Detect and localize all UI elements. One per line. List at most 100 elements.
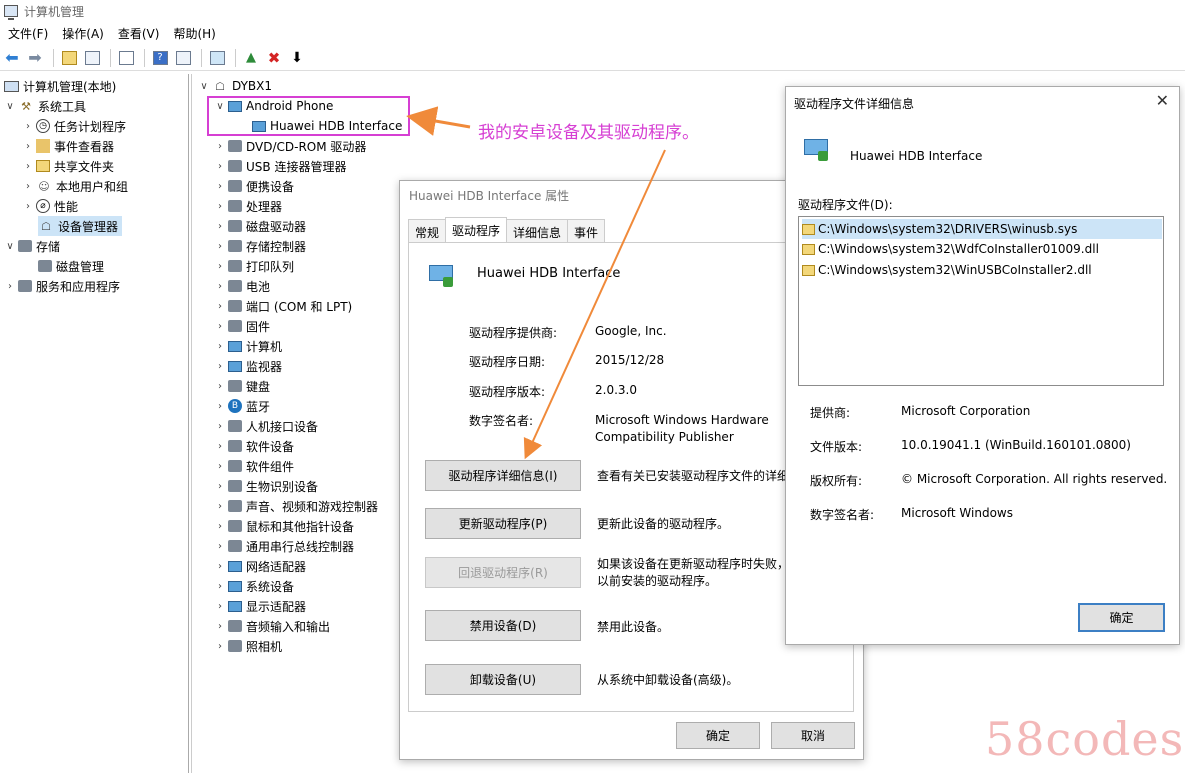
device-category-item[interactable]: › 便携设备 [214, 176, 294, 196]
device-category-item[interactable]: › 键盘 [214, 376, 270, 396]
show-hide-icon[interactable] [173, 48, 193, 68]
scan-icon[interactable]: ⬇ [287, 48, 307, 68]
device-category-item[interactable]: › 固件 [214, 316, 270, 336]
chevron-right-icon[interactable]: › [214, 601, 226, 612]
chevron-right-icon[interactable]: › [22, 141, 34, 152]
chevron-right-icon[interactable]: › [214, 161, 226, 172]
tree-item-task-scheduler[interactable]: › ◷ 任务计划程序 [22, 116, 126, 136]
back-arrow-icon[interactable]: ⬅ [2, 48, 22, 68]
chevron-right-icon[interactable]: › [214, 241, 226, 252]
tree-root[interactable]: 计算机管理(本地) [4, 76, 116, 96]
chevron-down-icon[interactable]: ∨ [4, 101, 16, 112]
tab-driver[interactable]: 驱动程序 [445, 217, 508, 243]
props-cancel-button[interactable]: 取消 [771, 722, 855, 749]
tree-item-system-tools[interactable]: ∨ ⚒ 系统工具 [4, 96, 86, 116]
device-category-item[interactable]: › 声音、视频和游戏控制器 [214, 496, 378, 516]
chevron-right-icon[interactable]: › [214, 441, 226, 452]
chevron-right-icon[interactable]: › [214, 381, 226, 392]
uninstall-icon[interactable]: ✖ [264, 48, 284, 68]
tree-item-local-users[interactable]: › ☺ 本地用户和组 [22, 176, 128, 196]
tab-details[interactable]: 详细信息 [506, 219, 569, 243]
chevron-down-icon[interactable]: ∨ [4, 241, 16, 252]
forward-arrow-icon[interactable]: ➡ [25, 48, 45, 68]
chevron-right-icon[interactable]: › [214, 301, 226, 312]
menu-action[interactable]: 操作(A) [58, 23, 108, 44]
device-category-item[interactable]: › 网络适配器 [214, 556, 306, 576]
device-category-item[interactable]: › 鼠标和其他指针设备 [214, 516, 354, 536]
chevron-right-icon[interactable]: › [214, 361, 226, 372]
chevron-right-icon[interactable]: › [214, 641, 226, 652]
tree-item-event-viewer[interactable]: › 事件查看器 [22, 136, 114, 156]
chevron-right-icon[interactable]: › [22, 161, 34, 172]
close-icon[interactable]: ✕ [1156, 91, 1169, 110]
uninstall-device-button[interactable]: 卸载设备(U) [425, 664, 581, 695]
chevron-right-icon[interactable]: › [214, 201, 226, 212]
up-folder-icon[interactable] [59, 48, 79, 68]
driver-files-list[interactable]: C:\Windows\system32\DRIVERS\winusb.sys C… [798, 216, 1164, 386]
menu-file[interactable]: 文件(F) [4, 23, 52, 44]
chevron-right-icon[interactable]: › [214, 421, 226, 432]
device-category-item[interactable]: › 存储控制器 [214, 236, 306, 256]
tree-item-disk-management[interactable]: 磁盘管理 [38, 256, 104, 276]
props-ok-button[interactable]: 确定 [676, 722, 760, 749]
device-category-item[interactable]: › 软件组件 [214, 456, 294, 476]
files-ok-button[interactable]: 确定 [1078, 603, 1165, 632]
chevron-right-icon[interactable]: › [214, 341, 226, 352]
menu-help[interactable]: 帮助(H) [169, 23, 219, 44]
device-category-item[interactable]: › 音频输入和输出 [214, 616, 330, 636]
device-category-item[interactable]: › 监视器 [214, 356, 282, 376]
chevron-right-icon[interactable]: › [22, 181, 34, 192]
update-driver-button[interactable]: 更新驱动程序(P) [425, 508, 581, 539]
chevron-right-icon[interactable]: › [22, 201, 34, 212]
device-category-item[interactable]: › 生物识别设备 [214, 476, 318, 496]
device-category-item[interactable]: › 照相机 [214, 636, 282, 656]
device-category-item[interactable]: › 磁盘驱动器 [214, 216, 306, 236]
tree-item-device-manager[interactable]: ☖ 设备管理器 [38, 216, 123, 236]
chevron-right-icon[interactable]: › [214, 181, 226, 192]
monitor-icon[interactable] [207, 48, 227, 68]
device-category-item[interactable]: › 打印队列 [214, 256, 294, 276]
device-category-item[interactable]: › 处理器 [214, 196, 282, 216]
rollback-driver-button[interactable]: 回退驱动程序(R) [425, 557, 581, 588]
help-icon[interactable]: ? [150, 48, 170, 68]
update-driver-icon[interactable]: ▲ [241, 48, 261, 68]
device-category-item[interactable]: › 端口 (COM 和 LPT) [214, 296, 352, 316]
device-category-item[interactable]: › 电池 [214, 276, 270, 296]
device-category-item[interactable]: › 人机接口设备 [214, 416, 318, 436]
chevron-right-icon[interactable]: › [214, 521, 226, 532]
chevron-right-icon[interactable]: › [214, 461, 226, 472]
disable-device-button[interactable]: 禁用设备(D) [425, 610, 581, 641]
menu-view[interactable]: 查看(V) [114, 23, 164, 44]
list-item[interactable]: C:\Windows\system32\WinUSBCoInstaller2.d… [802, 260, 1092, 280]
tree-item-shared-folders[interactable]: › 共享文件夹 [22, 156, 114, 176]
tree-item-storage[interactable]: ∨ 存储 [4, 236, 60, 256]
tree-item-services-apps[interactable]: › 服务和应用程序 [4, 276, 120, 296]
chevron-right-icon[interactable]: › [214, 281, 226, 292]
chevron-right-icon[interactable]: › [214, 141, 226, 152]
device-category-item[interactable]: › B 蓝牙 [214, 396, 270, 416]
chevron-right-icon[interactable]: › [214, 561, 226, 572]
chevron-down-icon[interactable]: ∨ [198, 81, 210, 92]
chevron-right-icon[interactable]: › [214, 401, 226, 412]
device-category-item[interactable]: › 系统设备 [214, 576, 294, 596]
chevron-right-icon[interactable]: › [214, 621, 226, 632]
device-category-item[interactable]: › 计算机 [214, 336, 282, 356]
list-item[interactable]: C:\Windows\system32\DRIVERS\winusb.sys [802, 219, 1162, 239]
device-category-item[interactable]: › 通用串行总线控制器 [214, 536, 354, 556]
properties-icon[interactable] [116, 48, 136, 68]
chevron-right-icon[interactable]: › [214, 321, 226, 332]
chevron-right-icon[interactable]: › [214, 481, 226, 492]
chevron-right-icon[interactable]: › [22, 121, 34, 132]
device-category-item[interactable]: › DVD/CD-ROM 驱动器 [214, 136, 366, 156]
console-tree-icon[interactable] [82, 48, 102, 68]
tree-item-performance[interactable]: › ⌀ 性能 [22, 196, 78, 216]
device-category-item[interactable]: › USB 连接器管理器 [214, 156, 346, 176]
chevron-right-icon[interactable]: › [214, 501, 226, 512]
tab-events[interactable]: 事件 [567, 219, 606, 243]
device-tree-root[interactable]: ∨ ☖ DYBX1 [198, 76, 272, 96]
device-category-item[interactable]: › 显示适配器 [214, 596, 306, 616]
tab-general[interactable]: 常规 [408, 219, 447, 243]
chevron-right-icon[interactable]: › [214, 261, 226, 272]
list-item[interactable]: C:\Windows\system32\WdfCoInstaller01009.… [802, 239, 1099, 259]
device-category-item[interactable]: › 软件设备 [214, 436, 294, 456]
